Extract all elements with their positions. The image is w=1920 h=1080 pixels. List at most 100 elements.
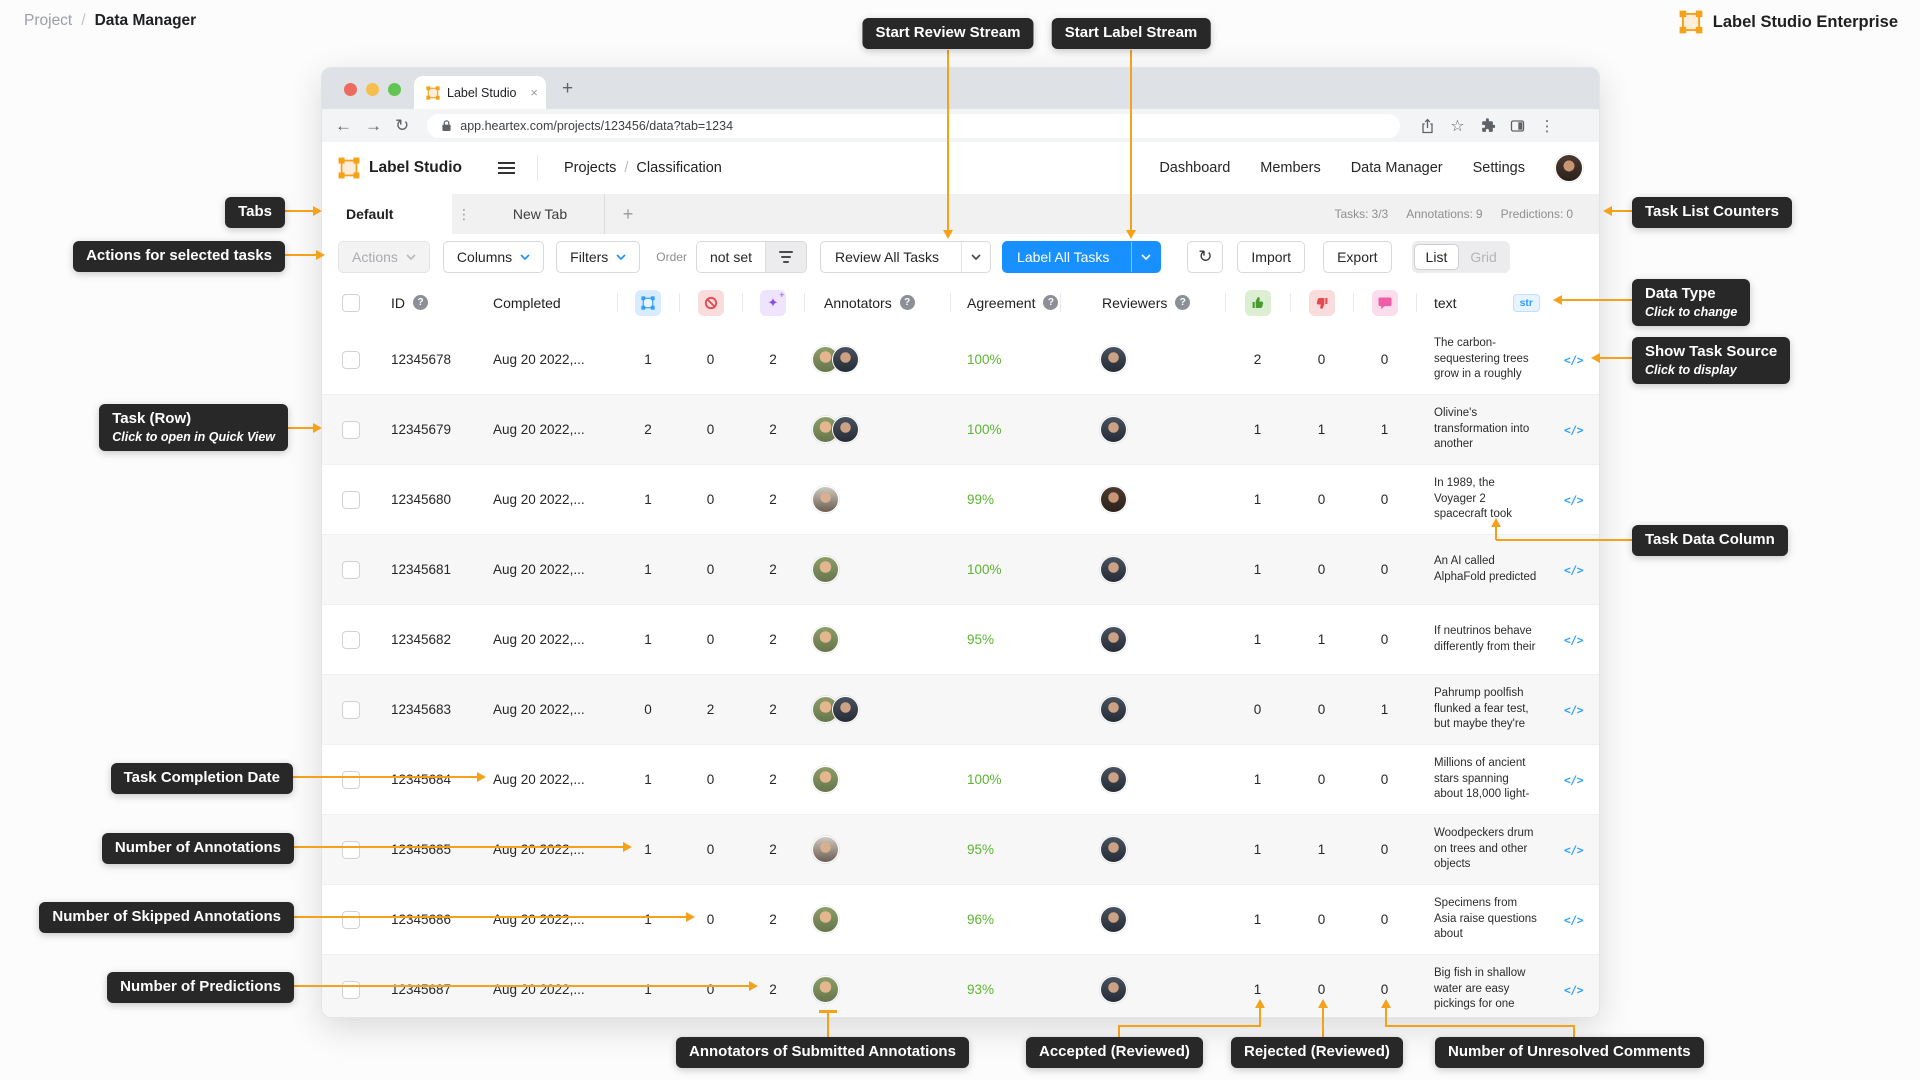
tab-menu-icon[interactable]: ⋮ (452, 194, 476, 234)
close-window-icon[interactable] (344, 83, 357, 96)
browser-menu-icon[interactable]: ⋮ (1540, 117, 1555, 135)
header-annotations-count[interactable] (617, 280, 679, 325)
show-task-source-button[interactable]: </> (1564, 563, 1583, 577)
row-checkbox[interactable] (342, 981, 360, 999)
reviewer-avatar[interactable] (1100, 486, 1127, 513)
refresh-button[interactable]: ↻ (1187, 241, 1223, 273)
order-value[interactable]: not set (697, 242, 765, 272)
reviewer-avatar[interactable] (1100, 696, 1127, 723)
header-completed[interactable]: Completed (472, 280, 617, 325)
header-predictions-count[interactable]: ✦+ (742, 280, 804, 325)
breadcrumb-parent[interactable]: Project (24, 12, 72, 30)
header-text-column[interactable]: text str (1416, 280, 1550, 325)
tab-new-tab[interactable]: New Tab (476, 194, 604, 234)
user-avatar[interactable] (1555, 154, 1583, 182)
minimize-window-icon[interactable] (366, 83, 379, 96)
annotator-avatar[interactable] (812, 626, 839, 653)
header-annotators[interactable]: Annotators? (804, 280, 950, 325)
table-row[interactable]: 12345678Aug 20 2022,...102100%200The car… (322, 325, 1599, 395)
reviewer-avatar[interactable] (1100, 906, 1127, 933)
row-checkbox[interactable] (342, 351, 360, 369)
row-checkbox[interactable] (342, 491, 360, 509)
maximize-window-icon[interactable] (388, 83, 401, 96)
window-controls[interactable] (344, 83, 401, 96)
annotator-avatar[interactable] (812, 906, 839, 933)
label-all-tasks-button[interactable]: Label All Tasks (1002, 241, 1161, 273)
review-dropdown-toggle[interactable] (961, 242, 990, 272)
grid-view-button[interactable]: Grid (1459, 245, 1507, 269)
header-reviewers[interactable]: Reviewers? (1060, 280, 1225, 325)
new-tab-button[interactable]: + (562, 78, 573, 100)
table-row[interactable]: 12345681Aug 20 2022,...102100%100An AI c… (322, 535, 1599, 605)
reviewer-avatar[interactable] (1100, 556, 1127, 583)
show-task-source-button[interactable]: </> (1564, 633, 1583, 647)
forward-button[interactable]: → (365, 117, 382, 134)
row-checkbox[interactable] (342, 771, 360, 789)
export-button[interactable]: Export (1323, 241, 1391, 273)
filters-button[interactable]: Filters (556, 241, 640, 273)
reviewer-avatar[interactable] (1100, 626, 1127, 653)
header-rejected-count[interactable] (1290, 280, 1353, 325)
order-control[interactable]: not set (696, 241, 807, 273)
app-breadcrumb-projects[interactable]: Projects (564, 160, 616, 176)
row-checkbox[interactable] (342, 841, 360, 859)
nav-members[interactable]: Members (1260, 160, 1320, 176)
annotator-avatar[interactable] (812, 486, 839, 513)
bookmark-star-icon[interactable]: ☆ (1450, 116, 1464, 136)
table-row[interactable]: 12345685Aug 20 2022,...10295%110Woodpeck… (322, 815, 1599, 885)
row-checkbox[interactable] (342, 421, 360, 439)
annotator-avatar[interactable] (812, 556, 839, 583)
annotator-avatar[interactable] (832, 416, 859, 443)
header-agreement[interactable]: Agreement? (950, 280, 1060, 325)
list-view-button[interactable]: List (1414, 244, 1460, 270)
close-tab-icon[interactable]: × (530, 85, 538, 100)
help-icon[interactable]: ? (900, 295, 915, 310)
tab-default[interactable]: Default (322, 194, 452, 234)
show-task-source-button[interactable]: </> (1564, 493, 1583, 507)
share-icon[interactable] (1420, 118, 1435, 134)
reviewer-avatar[interactable] (1100, 836, 1127, 863)
select-all-checkbox[interactable] (342, 294, 360, 312)
browser-tab[interactable]: Label Studio × (414, 76, 546, 109)
table-row[interactable]: 12345680Aug 20 2022,...10299%100In 1989,… (322, 465, 1599, 535)
extensions-puzzle-icon[interactable] (1480, 118, 1495, 133)
nav-settings[interactable]: Settings (1473, 160, 1525, 176)
reviewer-avatar[interactable] (1100, 766, 1127, 793)
table-row[interactable]: 12345683Aug 20 2022,...022001Pahrump poo… (322, 675, 1599, 745)
header-comments-count[interactable] (1353, 280, 1416, 325)
show-task-source-button[interactable]: </> (1564, 773, 1583, 787)
annotator-avatar[interactable] (812, 976, 839, 1003)
row-checkbox[interactable] (342, 561, 360, 579)
review-all-tasks-button[interactable]: Review All Tasks (820, 241, 991, 273)
add-tab-button[interactable]: + (605, 194, 651, 234)
reviewer-avatar[interactable] (1100, 416, 1127, 443)
table-row[interactable]: 12345682Aug 20 2022,...10295%110If neutr… (322, 605, 1599, 675)
columns-button[interactable]: Columns (443, 241, 544, 273)
reviewer-avatar[interactable] (1100, 346, 1127, 373)
reload-button[interactable]: ↻ (395, 117, 409, 134)
show-task-source-button[interactable]: </> (1564, 423, 1583, 437)
header-id[interactable]: ID? (372, 280, 472, 325)
show-task-source-button[interactable]: </> (1564, 703, 1583, 717)
hamburger-menu-icon[interactable] (498, 167, 515, 169)
back-button[interactable]: ← (335, 117, 352, 134)
import-button[interactable]: Import (1237, 241, 1305, 273)
help-icon[interactable]: ? (1175, 295, 1190, 310)
actions-button[interactable]: Actions (338, 241, 430, 273)
label-dropdown-toggle[interactable] (1131, 242, 1160, 272)
address-bar[interactable]: app.heartex.com/projects/123456/data?tab… (427, 114, 1400, 138)
show-task-source-button[interactable]: </> (1564, 983, 1583, 997)
data-type-badge[interactable]: str (1513, 294, 1540, 312)
annotator-avatar[interactable] (832, 346, 859, 373)
row-checkbox[interactable] (342, 631, 360, 649)
row-checkbox[interactable] (342, 911, 360, 929)
nav-dashboard[interactable]: Dashboard (1159, 160, 1230, 176)
reviewer-avatar[interactable] (1100, 976, 1127, 1003)
show-task-source-button[interactable]: </> (1564, 353, 1583, 367)
row-checkbox[interactable] (342, 701, 360, 719)
annotator-avatar[interactable] (812, 766, 839, 793)
show-task-source-button[interactable]: </> (1564, 843, 1583, 857)
nav-data-manager[interactable]: Data Manager (1351, 160, 1443, 176)
show-task-source-button[interactable]: </> (1564, 913, 1583, 927)
table-row[interactable]: 12345684Aug 20 2022,...102100%100Million… (322, 745, 1599, 815)
